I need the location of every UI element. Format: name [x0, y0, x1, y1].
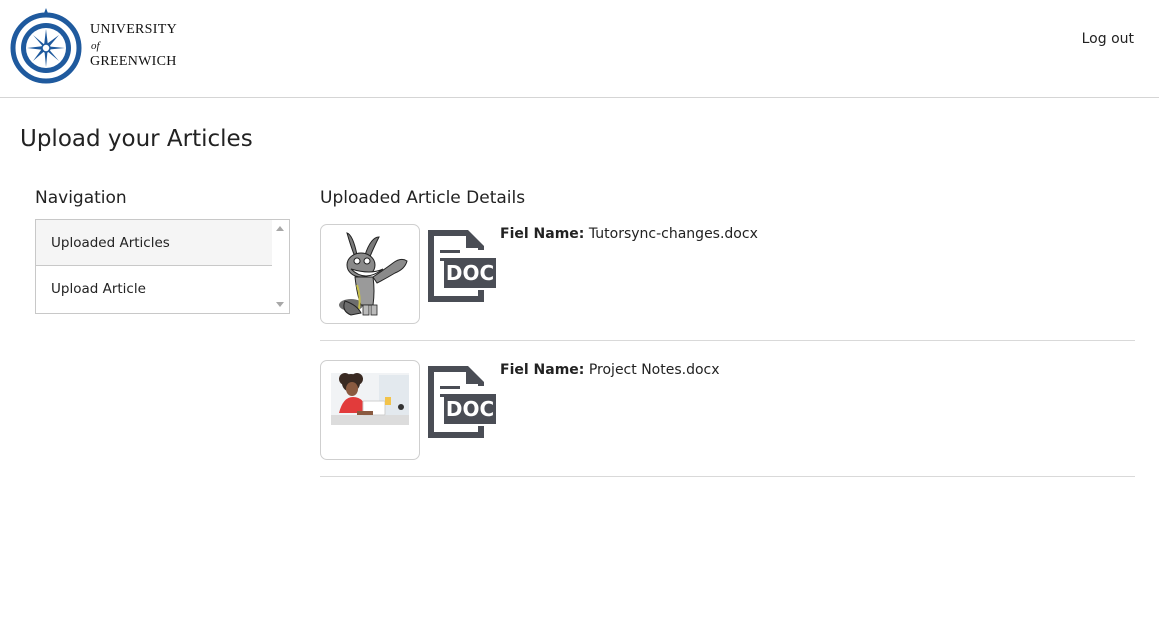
page-title: Upload your Articles	[20, 126, 253, 152]
scroll-up-arrow-icon[interactable]	[276, 226, 284, 231]
svg-text:DOC: DOC	[446, 397, 494, 421]
svg-text:DOC: DOC	[446, 261, 494, 285]
navigation-list: Uploaded Articles Upload Article	[35, 219, 290, 314]
article-row: DOC Fiel Name: Project Notes.docx	[320, 360, 1135, 477]
logout-link[interactable]: Log out	[1082, 31, 1134, 47]
file-name-line: Fiel Name: Tutorsync-changes.docx	[500, 226, 758, 242]
logo-line-of: of	[91, 40, 100, 52]
university-wordmark: UNIVERSITY of GREENWICH	[90, 22, 177, 70]
file-name-value: Tutorsync-changes.docx	[588, 226, 758, 242]
article-thumbnail[interactable]	[320, 360, 420, 460]
logo-line-university: UNIVERSITY	[90, 22, 177, 37]
navigation-scrollbar[interactable]	[272, 220, 289, 313]
university-logo[interactable]: UNIVERSITY of GREENWICH	[8, 8, 177, 84]
nav-item-upload-article[interactable]: Upload Article	[36, 266, 272, 312]
file-name-line: Fiel Name: Project Notes.docx	[500, 362, 720, 378]
logo-line-greenwich: GREENWICH	[90, 54, 177, 69]
file-name-label: Fiel Name:	[500, 226, 585, 242]
article-thumbnail[interactable]	[320, 224, 420, 324]
file-name-label: Fiel Name:	[500, 362, 585, 378]
doc-file-icon: DOC	[428, 366, 496, 438]
woman-at-laptop-photo	[331, 373, 409, 425]
university-seal-icon	[10, 8, 82, 84]
file-name-value: Project Notes.docx	[588, 362, 720, 378]
nav-item-uploaded-articles[interactable]: Uploaded Articles	[36, 220, 272, 266]
article-row: DOC Fiel Name: Tutorsync-changes.docx	[320, 224, 1135, 341]
scroll-down-arrow-icon[interactable]	[276, 302, 284, 307]
cartoon-wolf-image	[339, 232, 408, 316]
doc-file-icon: DOC	[428, 230, 496, 302]
uploaded-details-heading: Uploaded Article Details	[320, 188, 526, 208]
navigation-heading: Navigation	[35, 188, 127, 208]
site-header: UNIVERSITY of GREENWICH Log out	[0, 0, 1159, 98]
